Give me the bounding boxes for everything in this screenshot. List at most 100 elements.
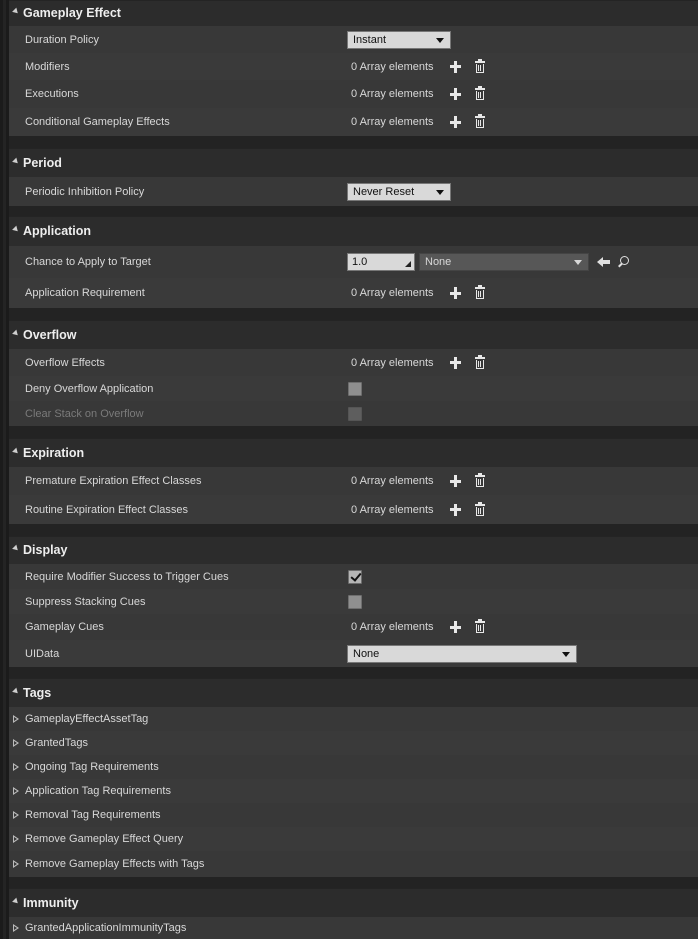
property-label: Suppress Stacking Cues: [25, 595, 146, 608]
plus-icon[interactable]: [448, 502, 464, 518]
dropdown-value: Never Reset: [353, 185, 415, 198]
section-application[interactable]: Application: [9, 216, 698, 246]
property-label: Chance to Apply to Target: [25, 256, 151, 268]
triangle-right-icon[interactable]: [13, 924, 19, 932]
section-period[interactable]: Period: [9, 148, 698, 177]
row-overflow-effects: Overflow Effects 0 Array elements: [9, 349, 698, 376]
clear-stack-checkbox: [348, 406, 362, 421]
property-label: Routine Expiration Effect Classes: [25, 503, 189, 516]
uidata-dropdown[interactable]: None: [347, 644, 577, 663]
tag-row[interactable]: Removal Tag Requirements: [9, 803, 698, 827]
tag-row[interactable]: Remove Gameplay Effects with Tags: [9, 851, 698, 877]
trash-icon[interactable]: [472, 354, 488, 371]
section-overflow[interactable]: Overflow: [9, 320, 698, 349]
plus-icon[interactable]: [448, 59, 464, 75]
property-label: Remove Gameplay Effect Query: [25, 833, 184, 845]
triangle-right-icon[interactable]: [13, 739, 19, 747]
plus-icon[interactable]: [448, 355, 464, 371]
triangle-right-icon[interactable]: [13, 715, 19, 723]
section-tags[interactable]: Tags: [9, 678, 698, 707]
row-duration-policy: Duration Policy Instant: [9, 26, 698, 53]
triangle-right-icon[interactable]: [13, 763, 19, 771]
trash-icon[interactable]: [472, 619, 488, 635]
property-label: Modifiers: [25, 60, 70, 73]
array-count: 0 Array elements: [351, 116, 434, 128]
row-routine-expiration: Routine Expiration Effect Classes 0 Arra…: [9, 495, 698, 524]
periodic-inhibition-dropdown[interactable]: Never Reset: [347, 182, 451, 201]
section-display[interactable]: Display: [9, 536, 698, 564]
row-uidata: UIData None: [9, 640, 698, 667]
property-label: GrantedTags: [25, 737, 88, 749]
row-periodic-inhibition: Periodic Inhibition Policy Never Reset: [9, 177, 698, 206]
duration-policy-dropdown[interactable]: Instant: [347, 30, 451, 49]
property-label: Conditional Gameplay Effects: [25, 116, 170, 128]
tag-row[interactable]: GrantedTags: [9, 731, 698, 755]
triangle-right-icon[interactable]: [13, 787, 19, 795]
chance-number-input[interactable]: 1.0: [347, 253, 415, 271]
triangle-down-icon: [12, 329, 20, 337]
tag-row[interactable]: Ongoing Tag Requirements: [9, 755, 698, 779]
tag-row[interactable]: Application Tag Requirements: [9, 779, 698, 803]
search-icon[interactable]: [617, 255, 631, 269]
property-label: Premature Expiration Effect Classes: [25, 475, 202, 487]
triangle-down-icon: [12, 897, 20, 905]
plus-icon[interactable]: [448, 619, 464, 635]
property-label: Executions: [25, 88, 79, 100]
row-chance-to-apply: Chance to Apply to Target 1.0 None: [9, 246, 698, 278]
trash-icon[interactable]: [472, 473, 488, 489]
triangle-right-icon[interactable]: [13, 811, 19, 819]
checkmark-icon: [349, 570, 362, 582]
arrow-left-icon[interactable]: [597, 255, 611, 269]
trash-icon[interactable]: [472, 58, 488, 75]
tag-row[interactable]: GrantedApplicationImmunityTags: [9, 917, 698, 939]
row-conditional-effects: Conditional Gameplay Effects 0 Array ele…: [9, 108, 698, 136]
trash-icon[interactable]: [472, 285, 488, 301]
chevron-down-icon: [436, 189, 444, 195]
tag-row[interactable]: Remove Gameplay Effect Query: [9, 827, 698, 851]
dropdown-value: Instant: [353, 33, 387, 46]
dropdown-value: None: [425, 256, 452, 268]
triangle-down-icon: [12, 447, 20, 455]
triangle-down-icon: [12, 544, 20, 553]
plus-icon[interactable]: [448, 114, 464, 130]
plus-icon[interactable]: [448, 285, 464, 301]
drag-handle-icon[interactable]: [405, 261, 411, 267]
array-count: 0 Array elements: [351, 621, 434, 633]
section-immunity[interactable]: Immunity: [9, 888, 698, 917]
section-divider: [9, 136, 698, 148]
section-title: Overflow: [23, 327, 77, 342]
triangle-right-icon[interactable]: [13, 860, 19, 868]
property-label: Duration Policy: [25, 33, 99, 46]
property-label: Overflow Effects: [25, 356, 105, 369]
deny-overflow-checkbox[interactable]: [348, 381, 362, 396]
section-divider: [9, 426, 698, 438]
section-divider: [9, 206, 698, 216]
tag-row[interactable]: GameplayEffectAssetTag: [9, 707, 698, 731]
section-gameplay-effect[interactable]: Gameplay Effect: [9, 0, 698, 26]
array-count: 0 Array elements: [351, 475, 434, 487]
section-title: Expiration: [23, 445, 85, 460]
require-modifier-checkbox[interactable]: [348, 569, 362, 584]
curve-table-dropdown[interactable]: None: [419, 253, 589, 271]
triangle-right-icon[interactable]: [13, 835, 19, 843]
section-title: Application: [23, 224, 92, 238]
property-label: UIData: [25, 647, 60, 660]
section-divider: [9, 308, 698, 320]
array-count: 0 Array elements: [351, 356, 434, 369]
row-suppress-stacking: Suppress Stacking Cues: [9, 589, 698, 614]
number-value: 1.0: [352, 256, 368, 268]
trash-icon[interactable]: [472, 501, 488, 518]
plus-icon[interactable]: [448, 86, 464, 102]
property-label: Application Requirement: [25, 287, 145, 299]
chevron-down-icon: [436, 37, 444, 43]
trash-icon[interactable]: [472, 114, 488, 130]
plus-icon[interactable]: [448, 473, 464, 489]
row-modifiers: Modifiers 0 Array elements: [9, 53, 698, 80]
section-expiration[interactable]: Expiration: [9, 438, 698, 467]
row-gameplay-cues: Gameplay Cues 0 Array elements: [9, 614, 698, 640]
suppress-stacking-checkbox[interactable]: [348, 594, 362, 609]
row-deny-overflow: Deny Overflow Application: [9, 376, 698, 401]
trash-icon[interactable]: [472, 86, 488, 102]
section-title: Display: [23, 543, 68, 557]
section-title: Gameplay Effect: [23, 6, 121, 20]
